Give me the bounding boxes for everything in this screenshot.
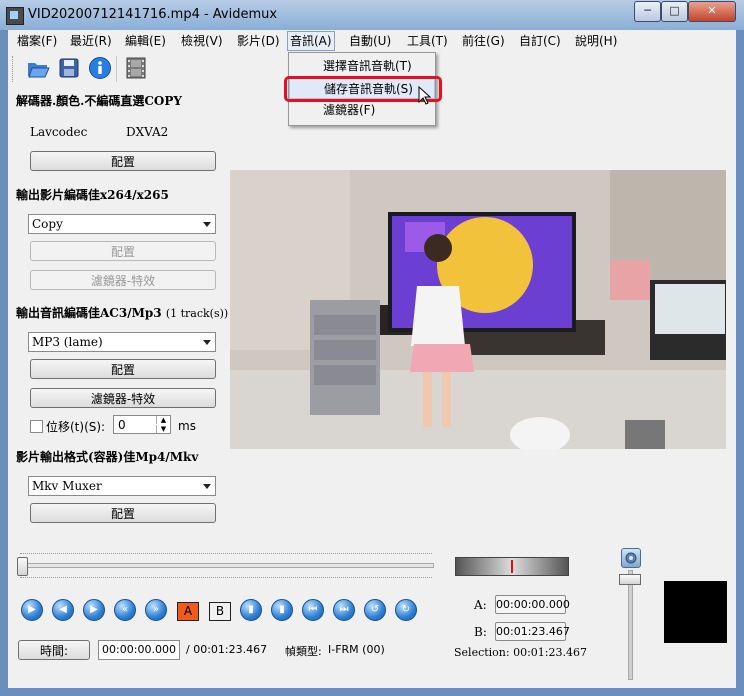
menu-recent[interactable]: 最近(R) (68, 32, 114, 50)
shift-value: 0 (118, 418, 126, 432)
filmstrip-icon[interactable] (124, 56, 148, 80)
audio-codec-value: MP3 (lame) (32, 335, 103, 349)
menu-bar: 檔案(F) 最近(R) 編輯(E) 檢視(V) 影片(D) 音訊(A) 自動(U… (8, 30, 736, 52)
back-60-icon[interactable]: ↺ (364, 599, 386, 621)
forward-60-icon[interactable]: ↻ (395, 599, 417, 621)
total-time: / 00:01:23.467 (186, 643, 268, 656)
set-marker-a-button[interactable]: A (177, 602, 199, 621)
container-config-button[interactable]: 配置 (30, 503, 216, 523)
audio-output-heading-text: 輸出音訊編碼佳AC3/Mp3 (16, 306, 162, 320)
video-frame-image (230, 170, 726, 449)
next-frame-icon[interactable]: ▶ (83, 599, 105, 621)
goto-marker-a-icon[interactable]: ▮ (240, 599, 262, 621)
next-keyframe-icon[interactable]: » (145, 599, 167, 621)
histogram-display (664, 581, 727, 643)
shift-stepper[interactable]: 0 ▲ ▼ (113, 415, 171, 434)
audio-filter-button[interactable]: 濾鏡器-特效 (30, 388, 216, 408)
audio-track-count: (1 track(s)) (165, 307, 229, 320)
timeline-ticks-top (20, 553, 432, 556)
menu-view[interactable]: 檢視(V) (179, 32, 225, 50)
shift-unit: ms (178, 419, 196, 433)
chevron-down-icon (203, 484, 211, 489)
mouse-cursor-icon (418, 86, 432, 105)
previous-keyframe-icon[interactable]: « (114, 599, 136, 621)
video-preview (230, 170, 726, 449)
goto-start-icon[interactable]: ⏮ (302, 599, 324, 621)
jog-shuttle[interactable] (455, 557, 569, 576)
chevron-down-icon (203, 222, 211, 227)
menu-item-select-audio-track[interactable]: 選擇音訊音軌(T) (289, 55, 435, 77)
container-select[interactable]: Mkv Muxer (28, 476, 216, 496)
decoder-config-button[interactable]: 配置 (30, 151, 216, 171)
save-icon[interactable] (57, 56, 81, 80)
toolbar-separator (116, 56, 117, 82)
jog-marker (511, 560, 513, 573)
decoder-hw: DXVA2 (126, 125, 169, 139)
chevron-down-icon (203, 340, 211, 345)
container-value: Mkv Muxer (32, 479, 102, 493)
menu-audio[interactable]: 音訊(A) (287, 31, 335, 51)
stepper-down-icon[interactable]: ▼ (156, 425, 170, 433)
menu-file[interactable]: 檔案(F) (15, 32, 59, 50)
volume-icon[interactable] (621, 548, 641, 568)
menu-video[interactable]: 影片(D) (235, 32, 282, 50)
close-button[interactable]: ✕ (688, 1, 736, 22)
app-window: VID20200712141716.mp4 - Avidemux ─ □ ✕ 檔… (0, 0, 744, 696)
time-button[interactable]: 時間: (18, 640, 90, 660)
goto-end-icon[interactable]: ⏭ (333, 599, 355, 621)
menu-item-audio-filters[interactable]: 濾鏡器(F) (289, 99, 435, 121)
video-output-heading: 輸出影片編碼佳x264/x265 (16, 188, 169, 202)
shift-label: 位移(t)(S): (46, 420, 106, 434)
volume-slider-handle[interactable] (619, 574, 641, 585)
current-time-input[interactable]: 00:00:00.000 (98, 640, 180, 660)
menu-custom[interactable]: 自訂(C) (517, 32, 563, 50)
menu-tools[interactable]: 工具(T) (405, 32, 450, 50)
info-icon[interactable] (88, 56, 112, 80)
goto-marker-b-icon[interactable]: ▮ (271, 599, 293, 621)
set-marker-b-button[interactable]: B (209, 602, 231, 621)
audio-config-button[interactable]: 配置 (30, 359, 216, 379)
decoder-heading: 解碼器.顏色.不編碼直選COPY (16, 94, 182, 108)
video-codec-value: Copy (32, 217, 63, 231)
avidemux-app-icon (6, 7, 24, 25)
shift-checkbox[interactable] (30, 420, 43, 433)
menu-help[interactable]: 說明(H) (573, 32, 619, 50)
audio-codec-select[interactable]: MP3 (lame) (28, 332, 216, 352)
container-heading: 影片輸出格式(容器)佳Mp4/Mkv (16, 450, 199, 464)
menu-auto[interactable]: 自動(U) (347, 32, 393, 50)
menu-edit[interactable]: 編輯(E) (123, 32, 168, 50)
frame-type-label: 幀類型: (285, 645, 322, 658)
timeline-slider-handle[interactable] (17, 557, 28, 576)
previous-frame-icon[interactable]: ◀ (52, 599, 74, 621)
frame-type-value: I-FRM (00) (328, 643, 385, 656)
marker-b-label: B: (474, 625, 487, 639)
timeline-track[interactable] (20, 563, 434, 568)
video-codec-select[interactable]: Copy (28, 214, 216, 234)
marker-b-time[interactable]: 00:01:23.467 (495, 622, 570, 641)
timeline-ticks-bottom (20, 577, 432, 580)
menu-go[interactable]: 前往(G) (460, 32, 507, 50)
marker-a-time[interactable]: 00:00:00.000 (495, 595, 570, 614)
selection-duration: Selection: 00:01:23.467 (454, 646, 587, 659)
title-bar[interactable]: VID20200712141716.mp4 - Avidemux ─ □ ✕ (0, 0, 744, 30)
open-icon[interactable] (26, 56, 50, 80)
stepper-up-icon[interactable]: ▲ (156, 416, 170, 424)
window-title: VID20200712141716.mp4 - Avidemux (28, 7, 278, 22)
video-config-button[interactable]: 配置 (30, 241, 216, 261)
client-area: 檔案(F) 最近(R) 編輯(E) 檢視(V) 影片(D) 音訊(A) 自動(U… (8, 30, 736, 688)
decoder-codec: Lavcodec (30, 125, 88, 139)
video-filter-button[interactable]: 濾鏡器-特效 (30, 270, 216, 290)
marker-a-label: A: (474, 598, 487, 612)
audio-output-heading: 輸出音訊編碼佳AC3/Mp3 (1 track(s)) (16, 304, 228, 321)
maximize-button[interactable]: □ (661, 1, 688, 22)
volume-track[interactable] (628, 570, 633, 680)
play-icon[interactable]: ▶ (21, 599, 43, 621)
minimize-button[interactable]: ─ (634, 1, 661, 22)
toolbar-grip (12, 56, 16, 82)
